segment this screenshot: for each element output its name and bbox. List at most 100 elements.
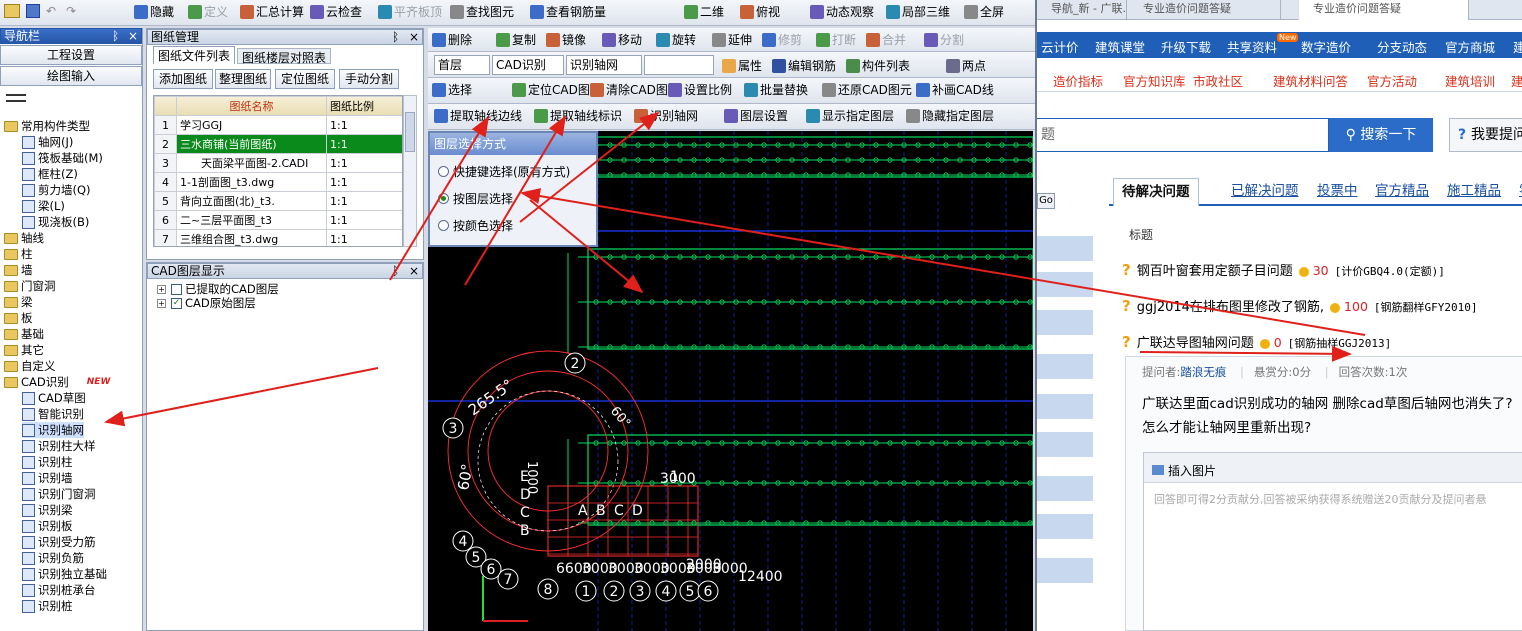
toolbar-button[interactable]: 复制 xyxy=(494,30,538,50)
toolbar-button[interactable]: 定位CAD图 xyxy=(510,80,592,100)
site-nav-link[interactable]: 官方商城 xyxy=(1445,37,1495,56)
question-tab[interactable]: 施工精品 xyxy=(1439,178,1509,206)
project-settings-button[interactable]: 工程设置 xyxy=(0,45,142,65)
tree-item[interactable]: 其它 xyxy=(4,342,44,358)
tree-item[interactable]: 识别桩 xyxy=(22,598,73,614)
toolbar-button[interactable]: 提取轴线边线 xyxy=(432,106,524,126)
toolbar-button[interactable]: 提取轴线标识 xyxy=(532,106,624,126)
component-list-button[interactable]: 构件列表 xyxy=(844,56,912,76)
tree-item[interactable]: 门窗洞 xyxy=(4,278,56,294)
table-row[interactable]: 7 三维组合图_t3.dwg 1:1 xyxy=(154,229,402,246)
site-nav-link[interactable]: 数字造价 xyxy=(1301,37,1351,56)
close-icon[interactable]: × xyxy=(409,30,419,44)
tree-item[interactable]: 板 xyxy=(4,310,33,326)
tree-item[interactable]: 柱 xyxy=(4,246,33,262)
toolbar-button[interactable]: 俯视 xyxy=(738,2,782,22)
toolbar-button[interactable]: 补画CAD线 xyxy=(914,80,996,100)
asker-name[interactable]: 踏浪无痕 xyxy=(1180,365,1226,379)
tree-item[interactable]: 识别柱大样 xyxy=(22,438,96,454)
site-nav-link[interactable]: 建筑 xyxy=(1513,37,1522,56)
question-title[interactable]: ggj2014在排布图里修改了钢筋, xyxy=(1137,300,1324,315)
drawing-action-button[interactable]: 添加图纸 xyxy=(153,69,213,89)
toolbar-button[interactable]: 隐藏 xyxy=(132,2,176,22)
toolbar-button[interactable]: 二维 xyxy=(682,2,726,22)
left-menu-block[interactable] xyxy=(1037,272,1093,297)
site-nav-link[interactable]: 云计价 xyxy=(1041,37,1079,56)
table-row[interactable]: 2 三水商铺(当前图纸) 1:1 xyxy=(154,134,402,154)
toolbar-button[interactable]: 清除CAD图 xyxy=(588,80,670,100)
question-tab[interactable]: 投票中 xyxy=(1309,178,1366,206)
layer-mode-option[interactable]: 按图层选择 xyxy=(438,190,513,207)
table-row[interactable]: 3 天面梁平面图-2.CADI 1:1 xyxy=(154,153,402,173)
toolbar-button[interactable]: 合并 xyxy=(864,30,908,50)
question-title[interactable]: 钢百叶窗套用定额子目问题 xyxy=(1137,264,1293,279)
toolbar-button[interactable]: 查找图元 xyxy=(448,2,516,22)
tree-item[interactable]: 现浇板(B) xyxy=(22,214,89,230)
drawing-action-button[interactable]: 整理图纸 xyxy=(215,69,271,89)
cad-select[interactable]: CAD识别 xyxy=(492,55,564,75)
pin-icon[interactable]: ᛒ xyxy=(112,29,119,43)
toolbar-button[interactable]: 显示指定图层 xyxy=(804,106,896,126)
question-tab[interactable]: 已解决问题 xyxy=(1223,178,1307,206)
radio-button[interactable] xyxy=(438,193,449,204)
layer-mode-option[interactable]: 按颜色选择 xyxy=(438,217,513,234)
left-menu-block[interactable] xyxy=(1037,432,1093,457)
question-tab[interactable]: 官方精品 xyxy=(1367,178,1437,206)
toolbar-button[interactable]: 批量替换 xyxy=(742,80,810,100)
question-tab[interactable]: 零 xyxy=(1511,178,1522,206)
tab-file-list[interactable]: 图纸文件列表 xyxy=(153,46,236,64)
close-icon[interactable]: × xyxy=(409,264,419,278)
tree-item[interactable]: 识别墙 xyxy=(22,470,73,486)
tree-item[interactable]: 梁(L) xyxy=(22,198,65,214)
axis-select[interactable]: 识别轴网 xyxy=(566,55,642,75)
layer-checkbox[interactable] xyxy=(171,283,182,295)
table-row[interactable]: 6 二~三层平面图_t3 1:1 xyxy=(154,210,402,230)
question-title[interactable]: 广联达导图轴网问题 xyxy=(1137,336,1254,351)
undo-icon[interactable]: ↶ xyxy=(46,4,60,18)
subnav-link[interactable]: 官方知识库 xyxy=(1123,71,1186,90)
edit-rebar-button[interactable]: 编辑钢筋 xyxy=(770,56,838,76)
tree-item[interactable]: 框柱(Z) xyxy=(22,166,78,182)
draw-input-button[interactable]: 绘图输入 xyxy=(0,66,142,86)
table-scrollbar[interactable] xyxy=(403,95,417,247)
toolbar-button[interactable]: 查看钢筋量 xyxy=(528,2,608,22)
toolbar-button[interactable]: 定义 xyxy=(186,2,230,22)
toolbar-button[interactable]: 全屏 xyxy=(962,2,1006,22)
toolbar-button[interactable]: 汇总计算 xyxy=(238,2,306,22)
left-menu-block[interactable] xyxy=(1037,394,1093,419)
toolbar-button[interactable]: 图层设置 xyxy=(722,106,790,126)
toolbar-button[interactable]: 选择 xyxy=(430,80,474,100)
file-icons[interactable]: ↶ ↷ xyxy=(4,4,114,22)
toolbar-button[interactable]: 旋转 xyxy=(654,30,698,50)
tree-item[interactable]: 墙 xyxy=(4,262,33,278)
tree-item[interactable]: 筏板基础(M) xyxy=(22,150,103,166)
left-menu-block[interactable] xyxy=(1037,476,1093,501)
go-button[interactable]: Go xyxy=(1037,193,1055,209)
subnav-link[interactable]: 官方活动 xyxy=(1367,71,1417,90)
site-nav-link[interactable]: 建筑课堂 xyxy=(1095,37,1145,56)
tree-item[interactable]: 轴线 xyxy=(4,230,44,246)
component-select[interactable] xyxy=(644,55,714,75)
tree-item[interactable]: 自定义 xyxy=(4,358,56,374)
table-row[interactable]: 4 1-1剖面图_t3.dwg 1:1 xyxy=(154,172,402,192)
table-row[interactable]: 1 学习GGJ 1:1 xyxy=(154,115,402,135)
tree-item[interactable]: 识别轴网 xyxy=(22,422,84,438)
search-input[interactable]: 题 xyxy=(1037,118,1329,152)
save-icon[interactable] xyxy=(26,4,40,18)
redo-icon[interactable]: ↷ xyxy=(66,4,80,18)
site-nav-link[interactable]: 升级下载 xyxy=(1161,37,1211,56)
toolbar-button[interactable]: 还原CAD图元 xyxy=(820,80,914,100)
two-point-button[interactable]: 两点 xyxy=(944,56,988,76)
drawing-action-button[interactable]: 定位图纸 xyxy=(275,69,335,89)
toolbar-button[interactable]: 局部三维 xyxy=(884,2,952,22)
left-menu-block[interactable] xyxy=(1037,354,1093,379)
toolbar-button[interactable]: 移动 xyxy=(600,30,644,50)
toolbar-button[interactable]: 动态观察 xyxy=(808,2,876,22)
image-icon[interactable] xyxy=(1152,465,1164,475)
close-icon[interactable]: × xyxy=(128,29,138,43)
insert-image-label[interactable]: 插入图片 xyxy=(1168,464,1216,478)
site-nav-link[interactable]: 共享资料 xyxy=(1227,37,1277,56)
browser-tab[interactable]: 导航_新 - 广联... xyxy=(1037,0,1127,20)
browser-tab[interactable]: 专业造价问题答疑 xyxy=(1129,0,1281,20)
tree-item[interactable]: 识别门窗洞 xyxy=(22,486,96,502)
